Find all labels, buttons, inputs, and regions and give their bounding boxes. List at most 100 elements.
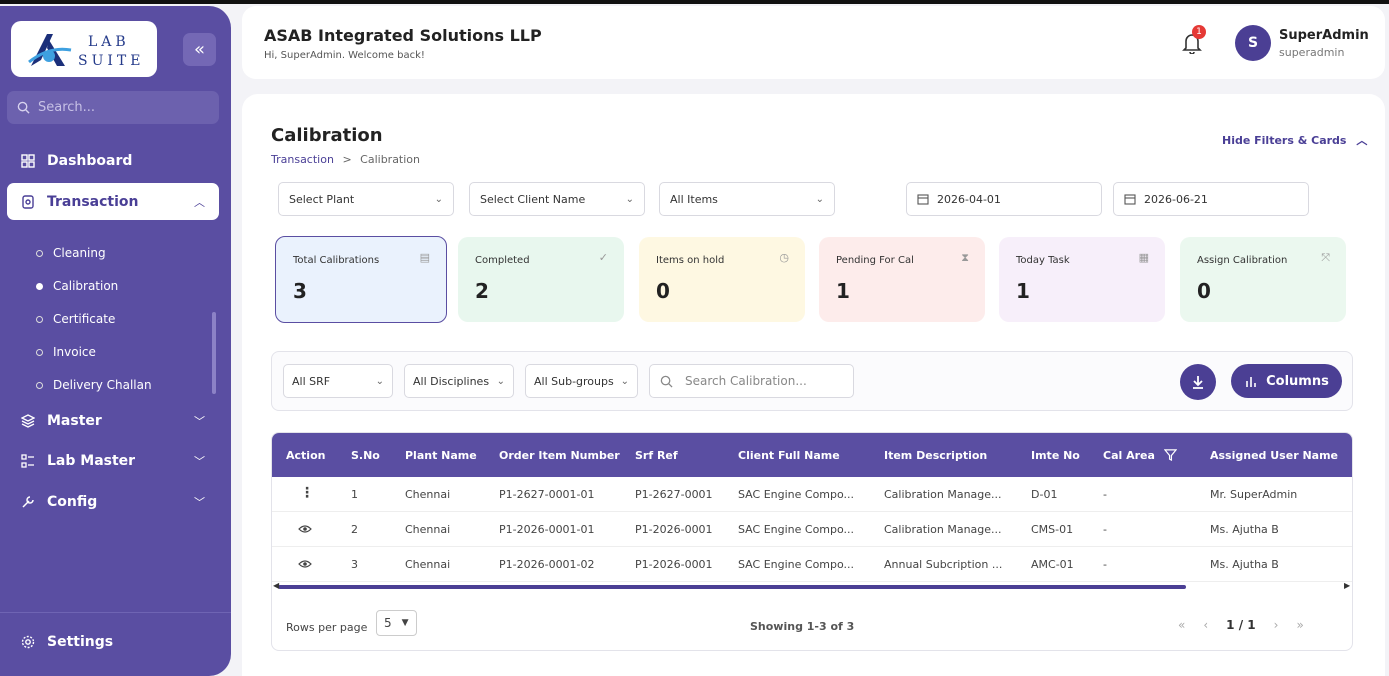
rows-per-page-label: Rows per page xyxy=(286,621,368,634)
column-header-client-full-name[interactable]: Client Full Name xyxy=(738,449,840,462)
column-header-sno[interactable]: S.No xyxy=(351,449,380,462)
sidebar-subitem-label: Cleaning xyxy=(53,246,106,260)
sidebar-subitem-cleaning[interactable]: Cleaning xyxy=(36,246,106,260)
sidebar-subitem-delivery-challan[interactable]: Delivery Challan xyxy=(36,378,152,392)
sidebar-scrollbar[interactable] xyxy=(212,312,216,394)
table-row[interactable]: 2 Chennai P1-2026-0001-01 P1-2026-0001 S… xyxy=(272,512,1352,547)
card-today-task[interactable]: Today Task ▦ 1 xyxy=(999,237,1165,322)
column-header-imte-no[interactable]: Imte No xyxy=(1031,449,1080,462)
column-header-srf-ref[interactable]: Srf Ref xyxy=(635,449,678,462)
calibration-search-placeholder: Search Calibration... xyxy=(685,374,807,388)
sidebar-item-dashboard[interactable]: Dashboard xyxy=(7,142,219,179)
sidebar-subitem-invoice[interactable]: Invoice xyxy=(36,345,96,359)
sidebar-item-lab-master[interactable]: Lab Master ﹀ xyxy=(7,442,219,479)
company-name: ASAB Integrated Solutions LLP xyxy=(264,26,542,45)
prev-page-icon[interactable]: ‹ xyxy=(1203,618,1208,632)
horizontal-scrollbar[interactable] xyxy=(278,585,1186,589)
breadcrumb-separator: > xyxy=(342,153,352,166)
srf-select[interactable]: All SRF ⌄ xyxy=(283,364,393,398)
collapse-sidebar-button[interactable]: « xyxy=(183,33,216,66)
sidebar-item-master[interactable]: Master ﹀ xyxy=(7,402,219,439)
rows-per-page-select[interactable]: 5 ▼ xyxy=(376,610,417,636)
bullet-icon xyxy=(36,249,43,257)
hide-filters-toggle[interactable]: Hide Filters & Cards ︿ xyxy=(1222,132,1367,148)
card-value: 0 xyxy=(1197,279,1211,303)
sidebar-item-label: Settings xyxy=(47,633,114,650)
avatar[interactable]: S xyxy=(1235,25,1271,61)
sidebar-subitem-certificate[interactable]: Certificate xyxy=(36,312,115,326)
card-value: 1 xyxy=(1016,279,1030,303)
check-circle-icon: ✓ xyxy=(598,251,608,264)
first-page-icon[interactable]: « xyxy=(1178,618,1185,632)
table-filter-bar: All SRF ⌄ All Disciplines ⌄ All Sub-groups… xyxy=(271,351,1353,411)
scroll-left-icon[interactable]: ◀ xyxy=(273,581,279,590)
card-label: Pending For Cal xyxy=(836,255,914,266)
column-header-item-description[interactable]: Item Description xyxy=(884,449,987,462)
breadcrumb: Transaction > Calibration xyxy=(271,153,420,166)
items-select[interactable]: All Items ⌄ xyxy=(659,182,835,216)
date-to-value: 2026-06-21 xyxy=(1144,192,1208,206)
rows-per-page-value: 5 xyxy=(384,616,392,630)
columns-button[interactable]: Columns xyxy=(1231,364,1342,398)
plant-select-value: Select Plant xyxy=(289,192,355,206)
cell-sno: 2 xyxy=(351,523,358,536)
disciplines-select[interactable]: All Disciplines ⌄ xyxy=(404,364,514,398)
card-assign-calibration[interactable]: Assign Calibration ⤧ 0 xyxy=(1180,237,1346,322)
client-select[interactable]: Select Client Name ⌄ xyxy=(469,182,645,216)
eye-icon[interactable] xyxy=(298,559,312,569)
hide-filters-label: Hide Filters & Cards xyxy=(1222,134,1347,147)
plant-select[interactable]: Select Plant ⌄ xyxy=(278,182,454,216)
cell-plant: Chennai xyxy=(405,488,451,501)
sidebar-item-config[interactable]: Config ﹀ xyxy=(7,483,219,520)
table-row[interactable]: 3 Chennai P1-2026-0001-02 P1-2026-0001 S… xyxy=(272,547,1352,582)
card-completed[interactable]: Completed ✓ 2 xyxy=(458,237,624,322)
table-header-row: Action S.No Plant Name Order Item Number… xyxy=(272,433,1352,477)
download-icon xyxy=(1193,376,1203,389)
sidebar-item-settings[interactable]: Settings xyxy=(7,623,219,660)
dashboard-grid-icon xyxy=(21,153,35,168)
next-page-icon[interactable]: › xyxy=(1274,618,1279,632)
chevron-down-icon: ﹀ xyxy=(194,414,205,428)
card-items-on-hold[interactable]: Items on hold ◷ 0 xyxy=(639,237,805,322)
sidebar-subitem-calibration[interactable]: Calibration xyxy=(36,279,118,293)
cell-plant: Chennai xyxy=(405,523,451,536)
sidebar-search-input[interactable]: Search... xyxy=(7,91,219,124)
column-header-cal-area[interactable]: Cal Area xyxy=(1103,449,1155,462)
items-select-value: All Items xyxy=(670,192,718,206)
calibration-search-input[interactable]: Search Calibration... xyxy=(649,364,854,398)
card-label: Items on hold xyxy=(656,255,725,266)
sidebar-item-transaction[interactable]: Transaction ︿ xyxy=(7,183,219,220)
sidebar-subitem-label: Calibration xyxy=(53,279,119,293)
cell-description: Calibration Manage... xyxy=(884,523,1002,536)
column-header-assigned-user-name[interactable]: Assigned User Name xyxy=(1210,449,1338,462)
scroll-right-icon[interactable]: ▶ xyxy=(1344,581,1350,590)
column-header-plant-name[interactable]: Plant Name xyxy=(405,449,477,462)
last-page-icon[interactable]: » xyxy=(1296,618,1303,632)
cell-srf: P1-2026-0001 xyxy=(635,523,713,536)
column-header-action[interactable]: Action xyxy=(286,449,325,462)
card-total-calibrations[interactable]: Total Calibrations ▤ 3 xyxy=(275,236,447,323)
column-header-order-item-number[interactable]: Order Item Number xyxy=(499,449,620,462)
app-logo[interactable]: LAB SUITE xyxy=(11,21,157,77)
subgroups-select[interactable]: All Sub-groups ⌄ xyxy=(525,364,638,398)
main-content: Calibration Transaction > Calibration Hi… xyxy=(242,94,1385,676)
user-name[interactable]: SuperAdmin xyxy=(1279,28,1369,43)
cell-description: Calibration Manage... xyxy=(884,488,1002,501)
total-pages: 1 xyxy=(1247,618,1256,632)
cell-cal-area: - xyxy=(1103,558,1107,571)
more-vertical-icon[interactable]: ⋮ xyxy=(300,485,314,501)
sidebar-item-label: Transaction xyxy=(47,193,139,210)
cell-sno: 3 xyxy=(351,558,358,571)
download-button[interactable] xyxy=(1180,364,1216,400)
table-footer: Rows per page 5 ▼ Showing 1-3 of 3 « ‹ 1 … xyxy=(272,605,1352,645)
eye-icon[interactable] xyxy=(298,524,312,534)
sidebar-subitem-label: Delivery Challan xyxy=(53,378,152,392)
card-pending-for-cal[interactable]: Pending For Cal ⧗ 1 xyxy=(819,237,985,322)
date-from-input[interactable]: 2026-04-01 xyxy=(906,182,1102,216)
breadcrumb-parent[interactable]: Transaction xyxy=(271,153,334,166)
page-title: Calibration xyxy=(271,125,383,146)
cell-assigned-user: Ms. Ajutha B xyxy=(1210,558,1279,571)
date-to-input[interactable]: 2026-06-21 xyxy=(1113,182,1309,216)
filter-icon[interactable] xyxy=(1164,448,1177,461)
table-row[interactable]: ⋮ 1 Chennai P1-2627-0001-01 P1-2627-0001… xyxy=(272,477,1352,512)
